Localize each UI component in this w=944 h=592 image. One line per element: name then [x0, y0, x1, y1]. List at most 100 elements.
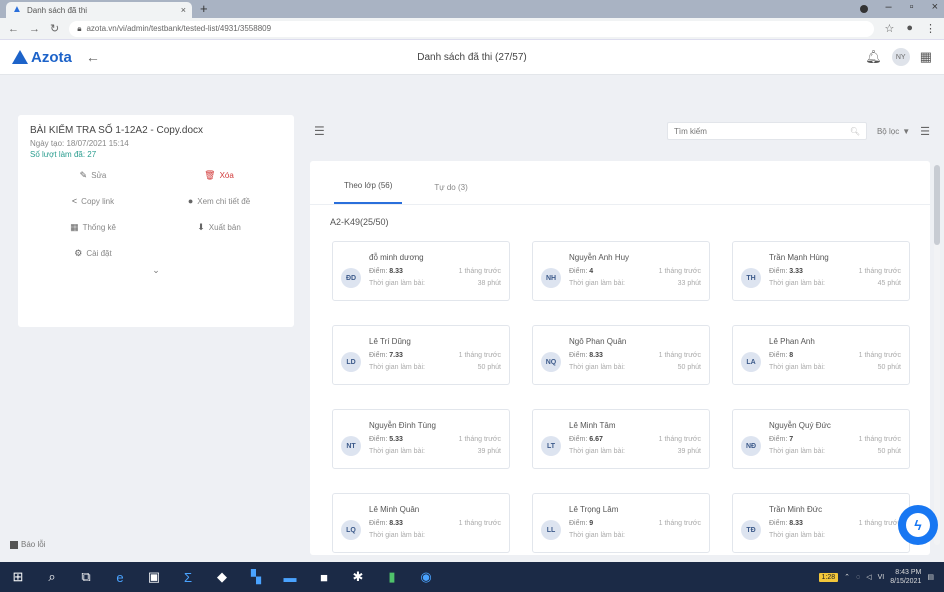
view-details-label: Xem chi tiết đề	[197, 196, 251, 206]
new-tab-icon[interactable]: +	[200, 1, 208, 16]
score-label: Điểm:	[369, 436, 388, 443]
chrome-icon[interactable]: ◉	[418, 569, 434, 585]
app-icon-5[interactable]: ✱	[350, 569, 366, 585]
lock-icon: 🔒︎	[77, 23, 82, 33]
student-card[interactable]: Ngô Phan Quân NQ Điểm: 8.33 Thời gian làm b…	[532, 325, 710, 385]
student-score: Điểm: 8.33	[369, 520, 403, 527]
settings-button[interactable]: ⚙ Cài đặt	[30, 245, 156, 261]
test-attempt-count[interactable]: Số lượt làm đã: 27	[30, 150, 282, 159]
time-label: Thời gian làm bài:	[569, 448, 625, 455]
apps-grid-icon[interactable]: ▦	[920, 49, 932, 65]
app-icon-4[interactable]: ■	[316, 570, 332, 585]
messenger-chat-button[interactable]: ϟ	[898, 505, 938, 545]
windows-start-icon[interactable]: ⊞	[10, 569, 26, 585]
student-card[interactable]: Nguyễn Anh Huy NH Điểm: 4 Thời gian làm bài…	[532, 241, 710, 301]
search-icon[interactable]: 🔍︎	[850, 127, 860, 136]
back-arrow-icon[interactable]: ←	[86, 49, 100, 65]
settings-label: Cài đặt	[86, 248, 112, 258]
reload-icon[interactable]: ↻	[50, 22, 59, 35]
scrollbar-thumb[interactable]	[934, 165, 940, 245]
student-card[interactable]: Lê Minh Tâm LT Điểm: 6.67 Thời gian làm bài…	[532, 409, 710, 469]
student-card[interactable]: Lê Minh Quân LQ Điểm: 8.33 Thời gian làm bà…	[332, 493, 510, 553]
volume-icon[interactable]: ◁	[866, 573, 871, 581]
tray-chevron-icon[interactable]: ⌃	[844, 573, 850, 581]
record-icon[interactable]	[859, 5, 868, 13]
time-label: Thời gian làm bài:	[769, 364, 825, 371]
system-tray: 1:28 ⌃ ◌ ◁ VI 8:43 PM 8/15/2021 ▤	[818, 568, 934, 586]
student-card[interactable]: Nguyễn Quý Đức NĐ Điểm: 7 Thời gian làm bài…	[732, 409, 910, 469]
search-box: 🔍︎	[666, 122, 867, 140]
page-scrollbar[interactable]	[934, 165, 940, 545]
search-input[interactable]	[673, 126, 834, 136]
bookmark-star-icon[interactable]: ☆	[884, 22, 894, 35]
eye-icon: ●	[187, 196, 194, 206]
filter-icon: ▼	[902, 126, 911, 136]
share-icon: <	[71, 196, 78, 206]
notifications-icon[interactable]: ▤	[927, 573, 934, 581]
battery-indicator[interactable]: 1:28	[818, 572, 839, 582]
view-details-button[interactable]: ● Xem chi tiết đề	[156, 193, 282, 209]
store-icon[interactable]: ▣	[146, 569, 162, 585]
test-actions: ✎ Sửa 🗑︎ Xóa < Copy link ● Xem chi tiết …	[30, 167, 282, 261]
stats-button[interactable]: ▦ Thống kê	[30, 219, 156, 235]
duration: 39 phút	[477, 448, 501, 455]
maximize-icon[interactable]: ▫	[910, 1, 914, 13]
score-value: 8.33	[589, 352, 603, 359]
minimize-icon[interactable]: –	[886, 1, 892, 13]
student-card[interactable]: Trần Mạnh Hùng TH Điểm: 3.33 Thời gian làm …	[732, 241, 910, 301]
collapse-chevron-icon[interactable]: ⌄	[30, 265, 282, 276]
export-button[interactable]: ⬇ Xuất bản	[156, 219, 282, 235]
clock[interactable]: 8:43 PM 8/15/2021	[890, 568, 921, 586]
student-card[interactable]: Lê Trọng Lâm LL Điểm: 9 Thời gian làm bài: 1…	[532, 493, 710, 553]
score-label: Điểm:	[369, 268, 388, 275]
score-label: Điểm:	[569, 520, 588, 527]
browser-menu-icon[interactable]: ⋮	[925, 22, 936, 35]
duration: 50 phút	[877, 364, 901, 371]
edit-button[interactable]: ✎ Sửa	[30, 167, 156, 183]
menu-icon[interactable]: ☰	[314, 124, 325, 138]
network-icon[interactable]: ◌	[856, 574, 860, 581]
app-icon-2[interactable]: ▚	[248, 569, 264, 585]
help-link[interactable]: Báo lỗi	[10, 540, 45, 549]
bell-icon[interactable]: 🔔︎	[865, 49, 882, 65]
user-avatar[interactable]: NY	[891, 48, 910, 66]
forward-nav-icon[interactable]: →	[29, 23, 40, 35]
edge-icon[interactable]: e	[112, 570, 128, 585]
language-indicator[interactable]: VI	[878, 574, 885, 581]
url-field[interactable]: 🔒︎ azota.vn/vi/admin/testbank/tested-lis…	[69, 20, 875, 37]
azota-logo[interactable]: Azota	[12, 49, 72, 66]
list-view-icon[interactable]: ☰	[920, 125, 930, 138]
student-card[interactable]: Nguyễn Đình Tùng NT Điểm: 5.33 Thời gian là…	[332, 409, 510, 469]
filter-button[interactable]: Bộ lọc ▼	[877, 127, 910, 136]
sigma-app-icon[interactable]: Σ	[180, 570, 196, 585]
student-card[interactable]: Lê Trí Dũng LD Điểm: 7.33 Thời gian làm bài…	[332, 325, 510, 385]
delete-button[interactable]: 🗑︎ Xóa	[156, 167, 282, 183]
close-tab-icon[interactable]: ×	[181, 5, 186, 15]
task-view-icon[interactable]: ⧉	[78, 569, 94, 585]
student-score: Điểm: 8.33	[369, 268, 403, 275]
student-avatar: NĐ	[741, 436, 761, 456]
student-score: Điểm: 8	[769, 352, 793, 359]
search-taskbar-icon[interactable]: ⌕	[44, 569, 60, 585]
duration: 50 phút	[677, 364, 701, 371]
submitted-when: 1 tháng trước	[658, 436, 701, 443]
browser-tab[interactable]: ▲ Danh sách đã thi ×	[6, 2, 192, 18]
export-label: Xuất bản	[208, 222, 241, 232]
browser-tab-title: Danh sách đã thi	[27, 5, 88, 15]
app-icon-1[interactable]: ◆	[214, 569, 230, 585]
student-card[interactable]: Lê Phan Anh LA Điểm: 8 Thời gian làm bài: 1 …	[732, 325, 910, 385]
share-button[interactable]: < Copy link	[30, 193, 156, 209]
student-card[interactable]: Trần Minh Đức TĐ Điểm: 8.33 Thời gian làm b…	[732, 493, 910, 553]
profile-icon[interactable]: ●	[906, 22, 913, 35]
back-nav-icon[interactable]: ←	[8, 23, 19, 35]
tab-by-class[interactable]: Theo lớp (56)	[334, 181, 403, 204]
close-window-icon[interactable]: ×	[932, 1, 938, 13]
page-title: Danh sách đã thi (27/57)	[417, 51, 527, 63]
student-card[interactable]: đỗ minh dương ĐD Điểm: 8.33 Thời gian làm b…	[332, 241, 510, 301]
submitted-when: 1 tháng trước	[458, 268, 501, 275]
app-icon-6[interactable]: ▮	[384, 569, 400, 585]
tab-free[interactable]: Tự do (3)	[424, 183, 477, 204]
app-icon-3[interactable]: ▬	[282, 570, 298, 585]
duration: 38 phút	[477, 280, 501, 287]
clock-time: 8:43 PM	[895, 569, 922, 576]
